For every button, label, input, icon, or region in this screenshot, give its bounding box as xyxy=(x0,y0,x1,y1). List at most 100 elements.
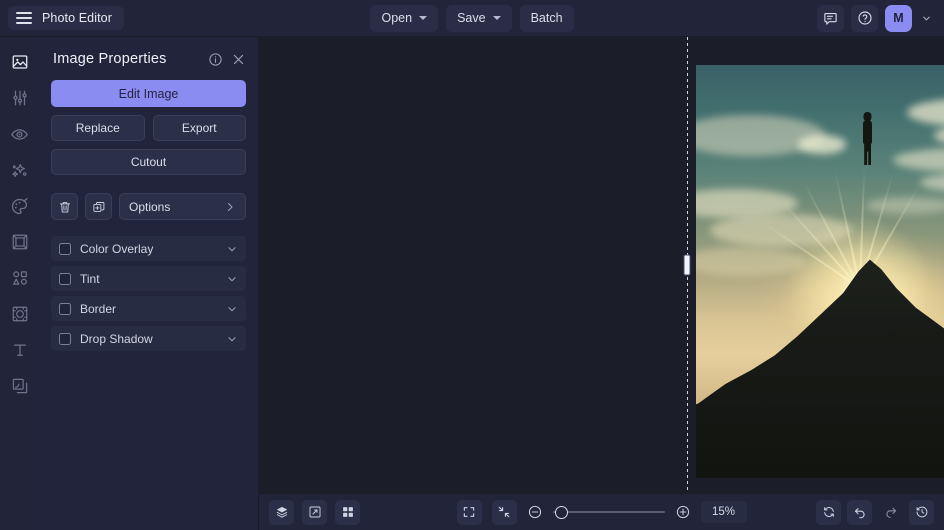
color-overlay-checkbox[interactable] xyxy=(59,243,71,255)
layers-button[interactable] xyxy=(269,500,294,525)
info-circle-icon xyxy=(208,52,223,67)
zoom-out-button[interactable] xyxy=(527,504,543,520)
chevron-down-icon xyxy=(493,16,501,20)
zoom-level-value[interactable]: 15% xyxy=(701,501,747,523)
sparkles-icon xyxy=(10,161,29,180)
comment-icon xyxy=(823,11,838,26)
help-button[interactable] xyxy=(851,5,878,32)
rail-item-frame[interactable] xyxy=(5,226,35,258)
delete-button[interactable] xyxy=(51,193,78,220)
panel-header: Image Properties xyxy=(39,37,258,76)
effect-row-border[interactable]: Border xyxy=(51,296,246,321)
transform-icon xyxy=(308,505,322,519)
refresh-icon xyxy=(822,505,836,519)
zoom-in-icon xyxy=(675,504,691,520)
panel-info-button[interactable] xyxy=(208,52,223,67)
open-label: Open xyxy=(381,11,412,25)
rail-item-layers[interactable] xyxy=(5,370,35,402)
grid-icon xyxy=(341,505,355,519)
effect-row-drop-shadow[interactable]: Drop Shadow xyxy=(51,326,246,351)
edit-image-button[interactable]: Edit Image xyxy=(51,80,246,107)
effect-row-color-overlay[interactable]: Color Overlay xyxy=(51,236,246,261)
effect-label: Tint xyxy=(80,272,217,286)
panel-title: Image Properties xyxy=(53,51,200,67)
effects-list: Color Overlay Tint Bor xyxy=(51,236,246,351)
workspace: Image Properties Edit Image Replace Expo xyxy=(0,37,944,530)
batch-button[interactable]: Batch xyxy=(520,5,574,32)
close-icon xyxy=(231,52,246,67)
object-actions-row: Options xyxy=(51,193,246,220)
history-icon xyxy=(915,505,929,519)
chevron-down-icon[interactable] xyxy=(226,243,238,255)
undo-button[interactable] xyxy=(847,500,872,525)
save-button[interactable]: Save xyxy=(446,5,512,32)
redo-button[interactable] xyxy=(878,500,903,525)
account-menu-button[interactable] xyxy=(919,13,934,24)
image-properties-panel: Image Properties Edit Image Replace Expo xyxy=(39,37,259,530)
rail-item-adjustments[interactable] xyxy=(5,82,35,114)
duplicate-icon xyxy=(92,200,106,214)
drop-shadow-checkbox[interactable] xyxy=(59,333,71,345)
bottom-toolbar: 15% xyxy=(259,493,944,530)
chevron-down-icon xyxy=(921,13,932,24)
comment-button[interactable] xyxy=(817,5,844,32)
effect-label: Drop Shadow xyxy=(80,332,217,346)
open-button[interactable]: Open xyxy=(370,5,438,32)
chevron-down-icon[interactable] xyxy=(226,303,238,315)
zoom-out-icon xyxy=(527,504,543,520)
fit-screen-icon xyxy=(462,505,476,519)
refresh-button[interactable] xyxy=(816,500,841,525)
cloud xyxy=(798,135,846,154)
rail-item-text[interactable] xyxy=(5,334,35,366)
panel-close-button[interactable] xyxy=(231,52,246,67)
app-title: Photo Editor xyxy=(42,11,112,25)
options-label: Options xyxy=(129,200,224,214)
rail-item-visibility[interactable] xyxy=(5,118,35,150)
zoom-slider-track xyxy=(553,511,665,513)
canvas-image[interactable] xyxy=(696,65,944,478)
duplicate-button[interactable] xyxy=(85,193,112,220)
help-circle-icon xyxy=(857,10,873,26)
left-guide-handle[interactable] xyxy=(684,255,691,276)
chevron-down-icon[interactable] xyxy=(226,273,238,285)
undo-icon xyxy=(853,505,867,519)
replace-export-row: Replace Export xyxy=(51,115,246,141)
app-menu-button[interactable]: Photo Editor xyxy=(8,6,124,30)
effect-row-tint[interactable]: Tint xyxy=(51,266,246,291)
layers-copy-icon xyxy=(11,377,29,395)
save-label: Save xyxy=(457,11,486,25)
chevron-down-icon[interactable] xyxy=(226,333,238,345)
trash-icon xyxy=(58,200,72,214)
shapes-icon xyxy=(11,269,29,287)
avatar[interactable]: M xyxy=(885,5,912,32)
cutout-button[interactable]: Cutout xyxy=(51,149,246,175)
tint-checkbox[interactable] xyxy=(59,273,71,285)
rail-item-image[interactable] xyxy=(5,46,35,78)
rail-item-shapes[interactable] xyxy=(5,262,35,294)
palette-icon xyxy=(10,197,29,216)
crop-transform-icon xyxy=(11,305,29,323)
zoom-slider[interactable] xyxy=(553,505,665,519)
chevron-down-icon xyxy=(419,16,427,20)
canvas-viewport[interactable] xyxy=(259,37,944,493)
top-right-actions: M xyxy=(817,5,944,32)
transform-button[interactable] xyxy=(302,500,327,525)
panel-body: Edit Image Replace Export Cutout xyxy=(39,76,258,351)
redo-icon xyxy=(884,505,898,519)
fit-to-screen-button[interactable] xyxy=(457,500,482,525)
image-icon xyxy=(11,53,29,71)
zoom-in-button[interactable] xyxy=(675,504,691,520)
rail-item-color[interactable] xyxy=(5,190,35,222)
rail-item-effects[interactable] xyxy=(5,154,35,186)
grid-button[interactable] xyxy=(335,500,360,525)
border-checkbox[interactable] xyxy=(59,303,71,315)
rail-item-crop[interactable] xyxy=(5,298,35,330)
collapse-icon xyxy=(497,505,511,519)
replace-button[interactable]: Replace xyxy=(51,115,145,141)
zoom-slider-knob[interactable] xyxy=(555,506,568,519)
options-button[interactable]: Options xyxy=(119,193,246,220)
export-button[interactable]: Export xyxy=(153,115,247,141)
collapse-button[interactable] xyxy=(492,500,517,525)
history-button[interactable] xyxy=(909,500,934,525)
eye-icon xyxy=(10,125,29,144)
